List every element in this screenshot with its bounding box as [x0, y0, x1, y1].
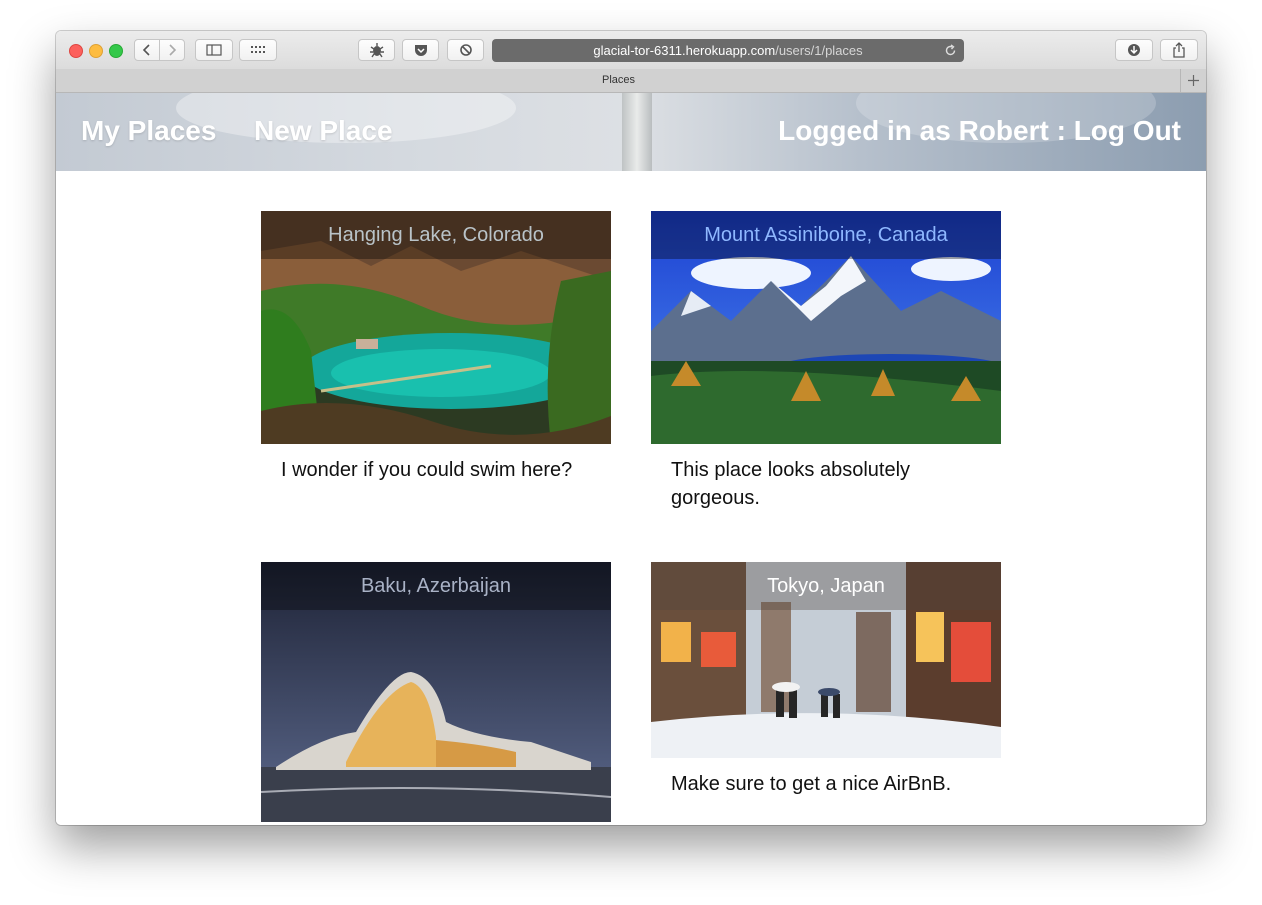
new-place-link[interactable]: New Place	[254, 115, 393, 147]
url-path: /users/1/places	[775, 43, 863, 58]
place-description: Make sure to get a nice AirBnB.	[671, 773, 952, 795]
navbar: My Places New Place Logged in as Robert …	[56, 93, 1206, 171]
minimize-window-button[interactable]	[89, 44, 103, 58]
tab-places[interactable]: Places	[56, 69, 1181, 92]
new-tab-button[interactable]	[1180, 69, 1206, 92]
place-photo: Hanging Lake, Colorado	[261, 211, 611, 444]
bug-icon	[369, 43, 384, 58]
address-bar[interactable]: glacial-tor-6311.herokuapp.com/users/1/p…	[492, 39, 964, 62]
place-title: Baku, Azerbaijan	[261, 562, 611, 610]
grid-icon	[251, 46, 265, 53]
top-sites-button[interactable]	[239, 39, 277, 61]
place-description: I wonder if you could swim here?	[281, 459, 573, 481]
logged-in-text: Logged in as Robert	[778, 115, 1049, 146]
place-photo: Baku, Azerbaijan	[261, 562, 611, 822]
nav-separator: :	[1056, 115, 1066, 146]
close-window-button[interactable]	[69, 44, 83, 58]
reload-icon[interactable]	[944, 44, 957, 57]
pocket-button[interactable]	[402, 39, 439, 61]
place-card[interactable]: Baku, Azerbaijan	[261, 562, 611, 822]
pocket-icon	[414, 44, 427, 56]
sync-button[interactable]	[447, 39, 484, 61]
download-icon	[1128, 44, 1140, 56]
place-title: Mount Assiniboine, Canada	[651, 211, 1001, 259]
zoom-window-button[interactable]	[109, 44, 123, 58]
extension-button[interactable]	[358, 39, 395, 61]
downloads-button[interactable]	[1115, 39, 1153, 61]
browser-toolbar: glacial-tor-6311.herokuapp.com/users/1/p…	[56, 31, 1206, 70]
place-card[interactable]: Tokyo, Japan Make sure to get a nice Air…	[651, 562, 1001, 795]
forward-button[interactable]	[159, 39, 185, 61]
sidebar-button[interactable]	[195, 39, 233, 61]
tower-image	[622, 93, 652, 171]
user-status: Logged in as Robert : Log Out	[778, 115, 1181, 147]
browser-window: glacial-tor-6311.herokuapp.com/users/1/p…	[56, 31, 1206, 825]
share-button[interactable]	[1160, 39, 1198, 61]
back-button[interactable]	[134, 39, 160, 61]
chevron-right-icon	[169, 44, 177, 56]
sidebar-icon	[206, 44, 222, 56]
place-photo: Mount Assiniboine, Canada	[651, 211, 1001, 444]
share-icon	[1173, 42, 1185, 58]
tab-bar: Places	[56, 69, 1206, 93]
plus-icon	[1188, 75, 1199, 86]
log-out-link[interactable]: Log Out	[1074, 115, 1181, 146]
place-photo: Tokyo, Japan	[651, 562, 1001, 758]
place-card[interactable]: Hanging Lake, Colorado I wonder if you c…	[261, 211, 611, 481]
place-title: Tokyo, Japan	[651, 562, 1001, 610]
my-places-link[interactable]: My Places	[81, 115, 216, 147]
url-host: glacial-tor-6311.herokuapp.com	[593, 43, 776, 58]
place-description: This place looks absolutely gorgeous.	[671, 459, 911, 509]
place-card[interactable]: Mount Assiniboine, Canada This place loo…	[651, 211, 1001, 509]
sync-icon	[459, 44, 472, 56]
chevron-left-icon	[142, 44, 150, 56]
place-title: Hanging Lake, Colorado	[261, 211, 611, 259]
page-content: My Places New Place Logged in as Robert …	[56, 93, 1206, 825]
